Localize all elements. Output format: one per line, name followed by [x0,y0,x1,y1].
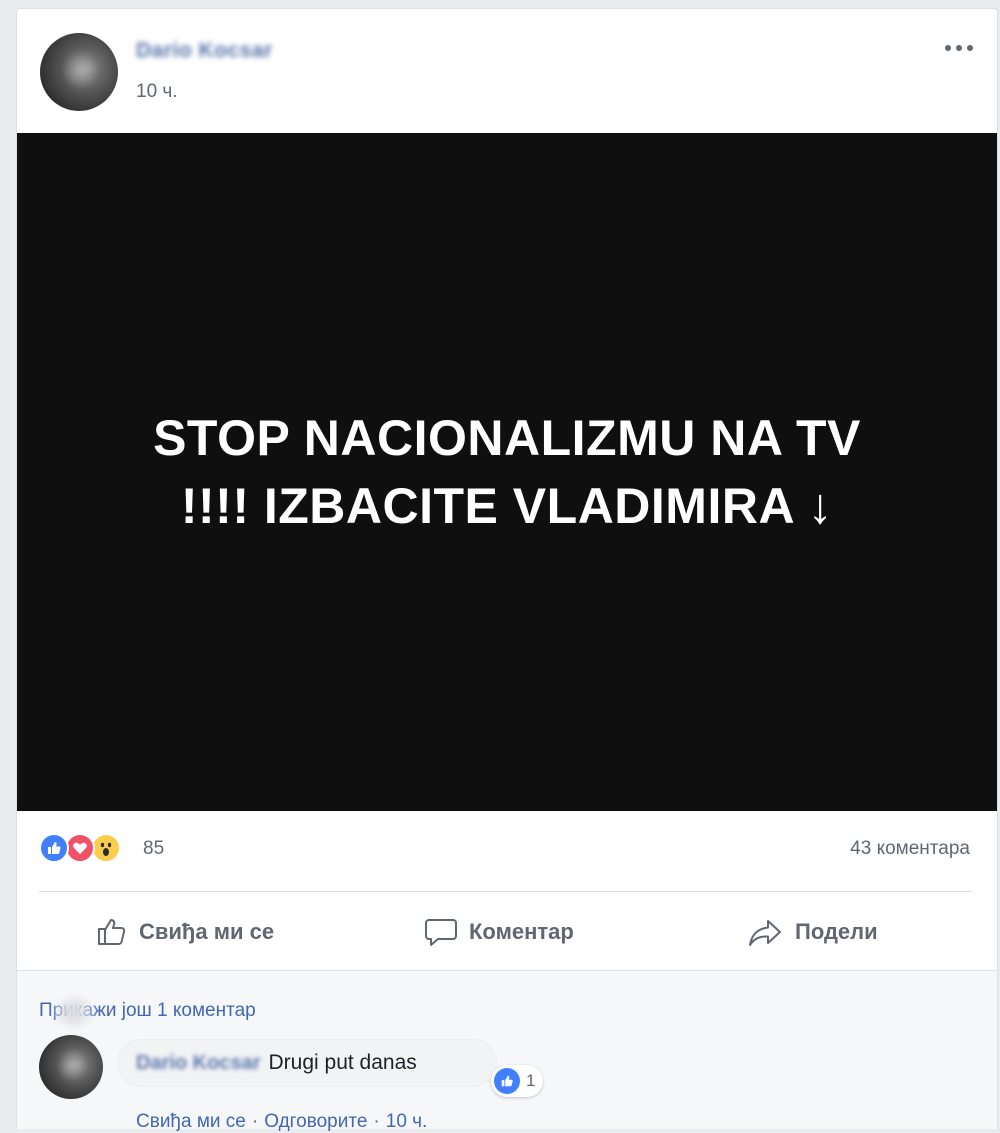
share-button-label: Подели [795,919,878,944]
comment-button[interactable]: Коментар [423,904,574,960]
post-actions: Свиђа ми се Коментар Подели [17,904,997,960]
comment-button-label: Коментар [469,919,574,944]
reactions-count[interactable]: 85 [143,838,164,860]
comment-author-name[interactable]: Dario Kocsar [136,1052,261,1075]
comment-text: Drugi put danas [268,1051,417,1074]
reactions-summary: 85 43 коментара [17,827,997,875]
thumbs-up-icon [98,919,126,945]
share-button[interactable]: Подели [747,904,878,960]
share-arrow-icon [749,920,781,946]
like-button[interactable]: Свиђа ми се [95,904,274,960]
post-image-line-2: !!!! IZBACITE VLADIMIRA ↓ [180,478,834,534]
author-name[interactable]: Dario Kocsar [136,39,273,63]
comments-count[interactable]: 43 коментара [850,838,970,860]
more-icon[interactable] [945,41,979,55]
post-image[interactable]: STOP NACIONALIZMU NA TV !!!! IZBACITE VL… [17,133,997,811]
like-reaction-icon [494,1068,520,1094]
comment-actions: Свиђа ми се · Одговорите · 10 ч. [136,1111,427,1133]
comment-bubble: Dario Kocsar Drugi put danas [117,1039,497,1087]
view-more-mask [51,997,97,1027]
reaction-icons[interactable] [39,833,139,865]
separator: · [251,1111,259,1132]
comment-author-avatar[interactable] [39,1035,103,1099]
comment-timestamp[interactable]: 10 ч. [386,1111,428,1133]
separator: · [373,1111,380,1132]
comment-like-count: 1 [526,1071,536,1090]
divider [39,891,973,892]
post-timestamp[interactable]: 10 ч. [136,81,178,103]
comment-bubble-icon [425,919,457,946]
post-image-line-1: STOP NACIONALIZMU NA TV [153,410,861,466]
author-avatar[interactable] [40,33,118,111]
comment-like-link[interactable]: Свиђа ми се [136,1111,246,1133]
wow-reaction-icon [91,833,121,863]
comments-section: Прикажи још 1 коментар Dario Kocsar Drug… [17,970,997,1132]
post-card: Dario Kocsar 10 ч. STOP NACIONALIZMU NA … [16,8,998,1132]
comment-reaction-badge[interactable]: 1 [491,1065,544,1097]
love-reaction-icon [65,833,95,863]
post-image-text: STOP NACIONALIZMU NA TV !!!! IZBACITE VL… [67,404,947,540]
like-button-label: Свиђа ми се [139,919,275,944]
like-reaction-icon [39,833,69,863]
comment-reply-link[interactable]: Одговорите [264,1111,367,1133]
